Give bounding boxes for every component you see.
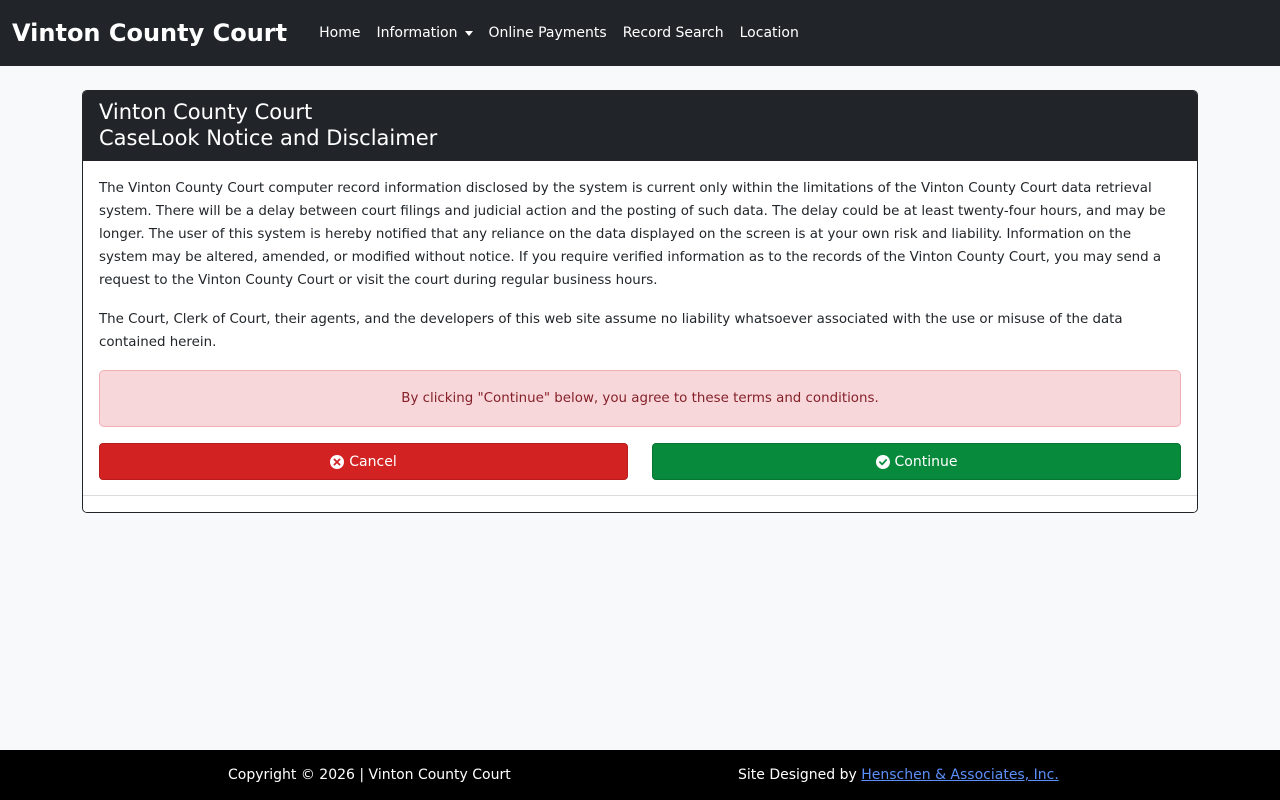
copyright-text: Copyright © 2026 | Vinton County Court bbox=[228, 767, 511, 783]
disclaimer-paragraph-2: The Court, Clerk of Court, their agents,… bbox=[99, 312, 1123, 350]
nav-location[interactable]: Location bbox=[732, 25, 807, 41]
disclaimer-card: Vinton County Court CaseLook Notice and … bbox=[82, 90, 1198, 513]
card-header: Vinton County Court CaseLook Notice and … bbox=[83, 91, 1197, 161]
nav-information-label: Information bbox=[376, 25, 458, 41]
action-buttons: Cancel Continue bbox=[99, 443, 1181, 480]
designer-link[interactable]: Henschen & Associates, Inc. bbox=[861, 767, 1059, 783]
brand-link[interactable]: Vinton County Court bbox=[12, 19, 287, 47]
continue-button-label: Continue bbox=[894, 453, 958, 470]
nav-online-payments[interactable]: Online Payments bbox=[481, 25, 615, 41]
cancel-button[interactable]: Cancel bbox=[99, 443, 628, 480]
nav-information-dropdown[interactable]: Information bbox=[368, 25, 480, 41]
terms-alert: By clicking "Continue" below, you agree … bbox=[99, 370, 1181, 427]
designed-by-label: Site Designed by bbox=[738, 767, 857, 783]
card-body: The Vinton County Court computer record … bbox=[83, 161, 1197, 496]
disclaimer-paragraph-1: The Vinton County Court computer record … bbox=[99, 181, 1166, 288]
site-designed-by: Site Designed by Henschen & Associates, … bbox=[738, 750, 1059, 800]
check-circle-icon bbox=[875, 454, 890, 469]
top-navbar: Vinton County Court Home Information Onl… bbox=[0, 0, 1280, 66]
terms-alert-text: By clicking "Continue" below, you agree … bbox=[401, 391, 879, 406]
nav-home[interactable]: Home bbox=[311, 25, 368, 41]
card-footer bbox=[83, 495, 1197, 512]
cancel-button-label: Cancel bbox=[349, 453, 397, 470]
caret-down-icon bbox=[464, 30, 473, 36]
card-title-court: Vinton County Court bbox=[99, 100, 313, 124]
times-circle-icon bbox=[330, 454, 345, 469]
page-footer: Copyright © 2026 | Vinton County Court S… bbox=[0, 750, 1280, 800]
card-title-disclaimer: CaseLook Notice and Disclaimer bbox=[99, 126, 438, 150]
continue-button[interactable]: Continue bbox=[652, 443, 1181, 480]
nav-record-search[interactable]: Record Search bbox=[615, 25, 732, 41]
